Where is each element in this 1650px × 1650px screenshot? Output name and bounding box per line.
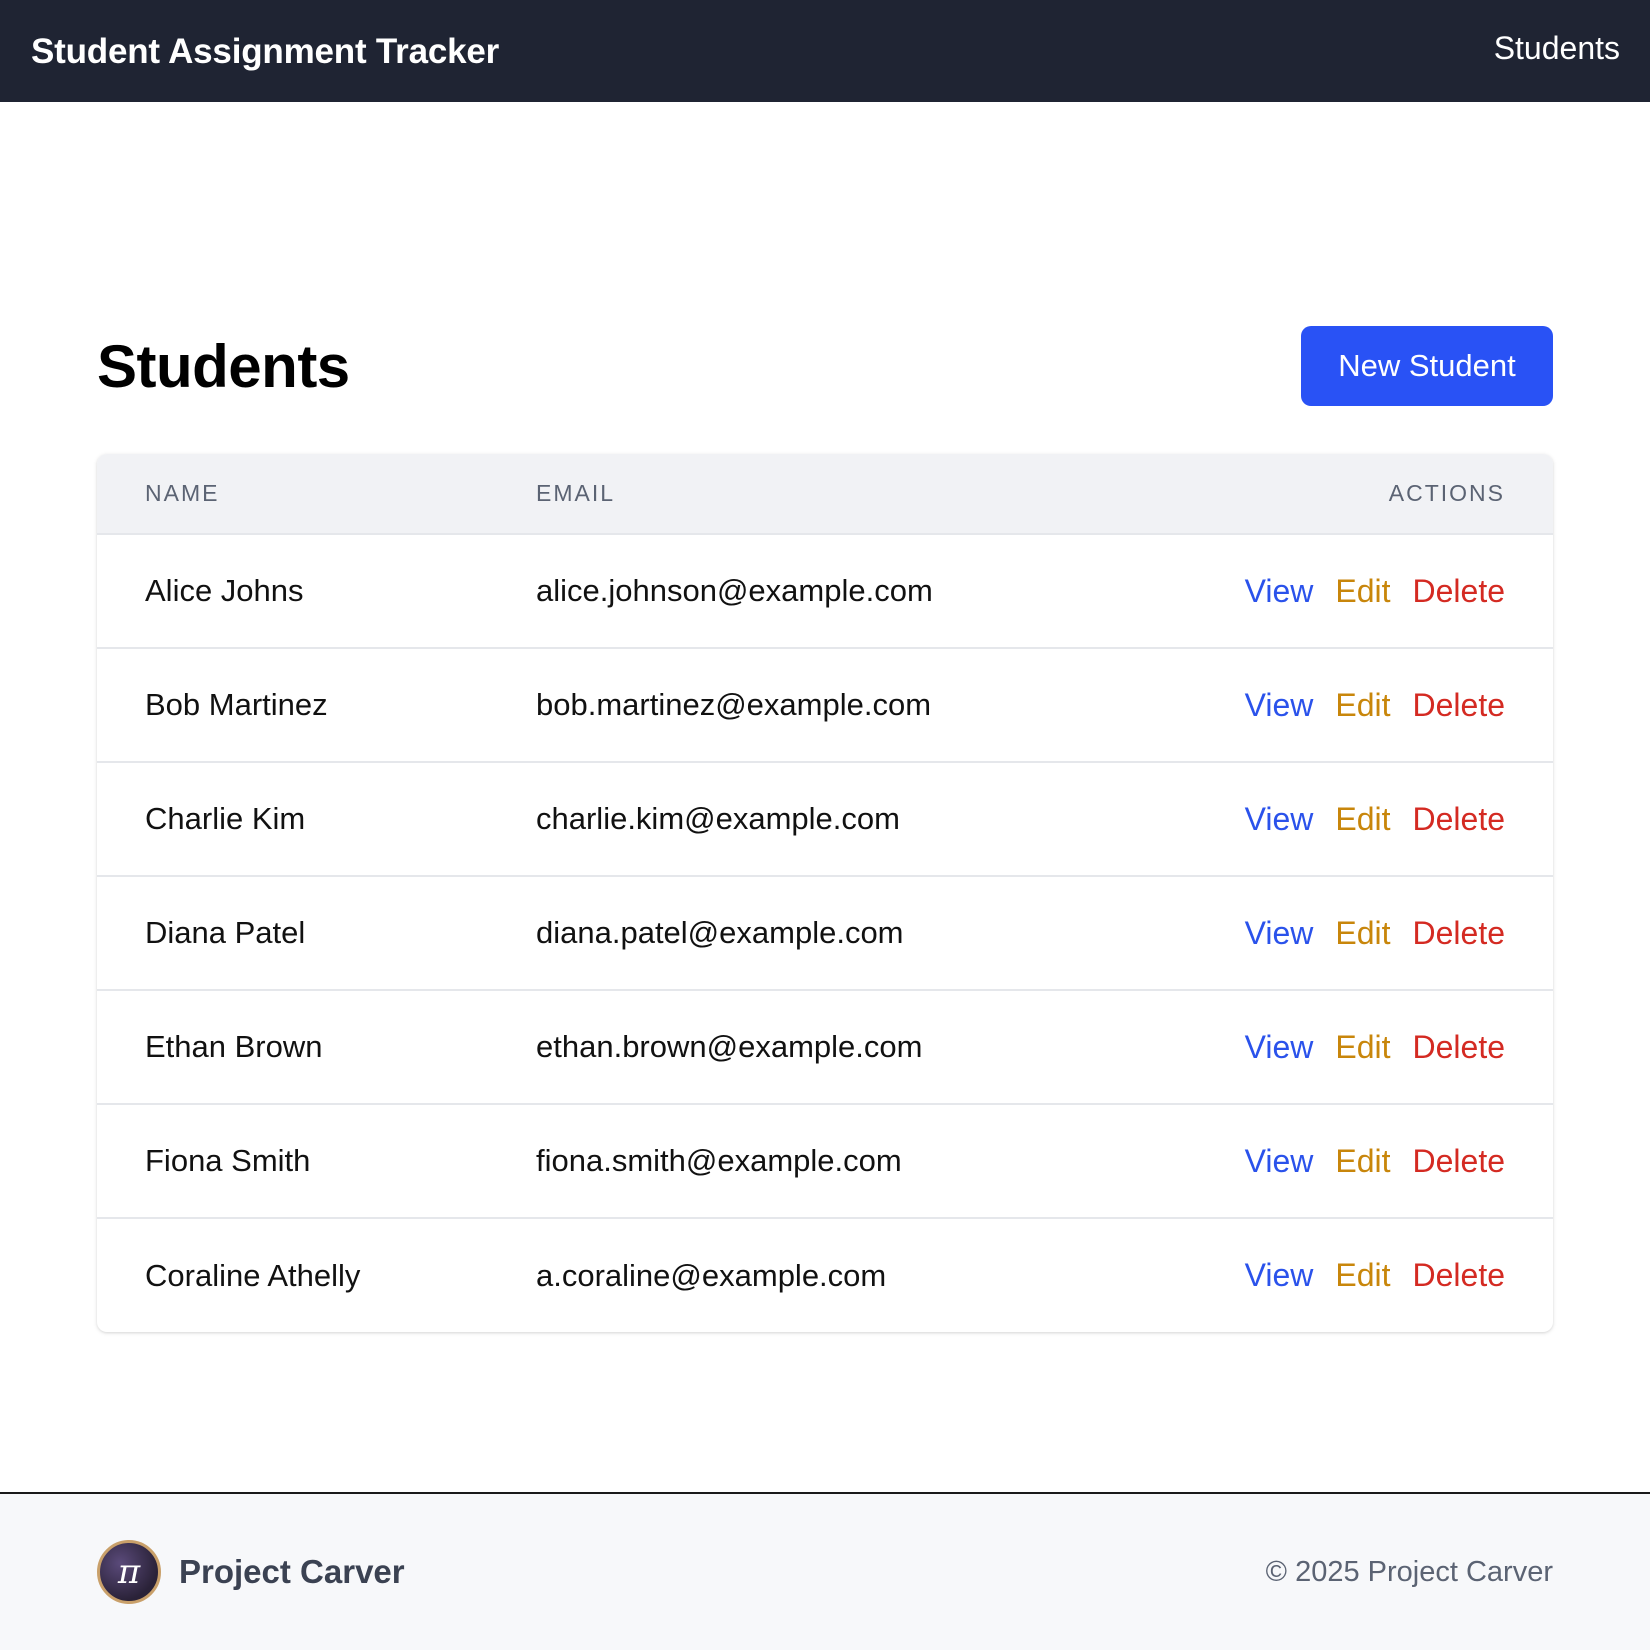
pi-logo-icon: π xyxy=(97,1540,161,1604)
delete-link[interactable]: Delete xyxy=(1413,1143,1506,1179)
nav-link-students[interactable]: Students xyxy=(1494,30,1620,67)
footer-copyright: © 2025 Project Carver xyxy=(1265,1555,1553,1588)
table-row: Fiona Smith fiona.smith@example.com View Ed… xyxy=(97,1104,1553,1218)
edit-link[interactable]: Edit xyxy=(1335,573,1390,609)
table-row: Bob Martinez bob.martinez@example.com View… xyxy=(97,648,1553,762)
table-header-row: NAME EMAIL ACTIONS xyxy=(97,454,1553,534)
row-actions: View Edit Delete xyxy=(1099,648,1553,762)
new-student-button[interactable]: New Student xyxy=(1301,326,1553,406)
view-link[interactable]: View xyxy=(1245,915,1314,951)
footer: π Project Carver © 2025 Project Carver xyxy=(0,1492,1650,1650)
view-link[interactable]: View xyxy=(1245,801,1314,837)
app-brand-link[interactable]: Student Assignment Tracker xyxy=(31,32,499,72)
delete-link[interactable]: Delete xyxy=(1413,1029,1506,1065)
column-header-name: NAME xyxy=(145,480,220,506)
row-actions: View Edit Delete xyxy=(1099,1104,1553,1218)
student-email-cell: bob.martinez@example.com xyxy=(536,687,932,722)
student-name-cell: Coraline Athelly xyxy=(145,1257,361,1293)
view-link[interactable]: View xyxy=(1245,1029,1314,1065)
page-header: Students New Student xyxy=(97,326,1553,406)
table-row: Charlie Kim charlie.kim@example.com View Ed… xyxy=(97,762,1553,876)
edit-link[interactable]: Edit xyxy=(1335,1143,1390,1179)
table-row: Diana Patel diana.patel@example.com View Ed… xyxy=(97,876,1553,990)
delete-link[interactable]: Delete xyxy=(1413,1257,1506,1293)
table-row: Coraline Athelly a.coraline@example.com Vi… xyxy=(97,1218,1553,1332)
delete-link[interactable]: Delete xyxy=(1413,687,1506,723)
row-actions: View Edit Delete xyxy=(1099,534,1553,648)
edit-link[interactable]: Edit xyxy=(1335,1257,1390,1293)
student-email-cell: diana.patel@example.com xyxy=(536,915,904,950)
students-table-card: NAME EMAIL ACTIONS Alice Johns alice.john… xyxy=(97,454,1553,1332)
row-actions: View Edit Delete xyxy=(1099,990,1553,1104)
students-table: NAME EMAIL ACTIONS Alice Johns alice.john… xyxy=(97,454,1553,1332)
row-actions: View Edit Delete xyxy=(1099,762,1553,876)
view-link[interactable]: View xyxy=(1245,573,1314,609)
edit-link[interactable]: Edit xyxy=(1335,915,1390,951)
student-name-cell: Bob Martinez xyxy=(145,687,328,722)
page-title: Students xyxy=(97,332,350,400)
student-name-cell: Charlie Kim xyxy=(145,801,306,836)
footer-project-name: Project Carver xyxy=(179,1553,405,1590)
delete-link[interactable]: Delete xyxy=(1413,801,1506,837)
student-email-cell: a.coraline@example.com xyxy=(536,1257,887,1293)
edit-link[interactable]: Edit xyxy=(1335,1029,1390,1065)
view-link[interactable]: View xyxy=(1245,1257,1314,1293)
student-name-cell: Alice Johns xyxy=(145,573,304,608)
student-name-cell: Fiona Smith xyxy=(145,1143,311,1178)
delete-link[interactable]: Delete xyxy=(1413,573,1506,609)
student-email-cell: alice.johnson@example.com xyxy=(536,573,933,608)
column-header-actions: ACTIONS xyxy=(1388,480,1505,506)
view-link[interactable]: View xyxy=(1245,1143,1314,1179)
row-actions: View Edit Delete xyxy=(1099,876,1553,990)
row-actions: View Edit Delete xyxy=(1099,1218,1553,1332)
edit-link[interactable]: Edit xyxy=(1335,687,1390,723)
student-name-cell: Diana Patel xyxy=(145,915,306,950)
main-content: Students New Student NAME EMAIL ACTIONS … xyxy=(97,326,1553,1332)
table-row: Ethan Brown ethan.brown@example.com View Ed… xyxy=(97,990,1553,1104)
top-navbar: Student Assignment Tracker Students xyxy=(0,0,1650,102)
student-name-cell: Ethan Brown xyxy=(145,1029,323,1064)
student-email-cell: fiona.smith@example.com xyxy=(536,1143,902,1178)
table-row: Alice Johns alice.johnson@example.com View… xyxy=(97,534,1553,648)
delete-link[interactable]: Delete xyxy=(1413,915,1506,951)
view-link[interactable]: View xyxy=(1245,687,1314,723)
student-email-cell: ethan.brown@example.com xyxy=(536,1029,923,1064)
column-header-email: EMAIL xyxy=(536,480,616,506)
footer-brand: π Project Carver xyxy=(97,1540,405,1604)
edit-link[interactable]: Edit xyxy=(1335,801,1390,837)
student-email-cell: charlie.kim@example.com xyxy=(536,801,900,836)
